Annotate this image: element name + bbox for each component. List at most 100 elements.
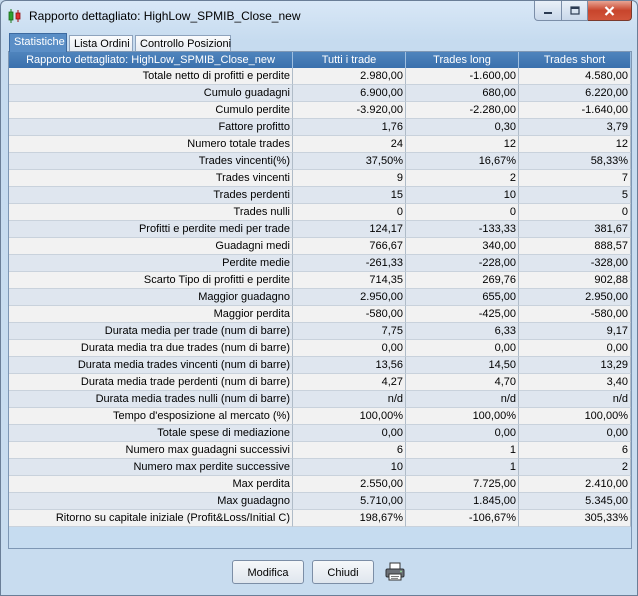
table-row[interactable]: Trades vincenti 9 2 7 [9,170,631,187]
column-header-short-trades[interactable]: Trades short [519,52,631,68]
short-trades-value: 0,00 [519,340,631,357]
all-trades-value: 10 [293,459,406,476]
table-row[interactable]: Durata media tra due trades (num di barr… [9,340,631,357]
table-row[interactable]: Numero max perdite successive 10 1 2 [9,459,631,476]
short-trades-value: 9,17 [519,323,631,340]
all-trades-value: 100,00% [293,408,406,425]
printer-icon[interactable] [384,562,406,582]
minimize-button[interactable] [534,1,562,21]
long-trades-value: 4,70 [406,374,519,391]
long-trades-value: 0 [406,204,519,221]
all-trades-value: 766,67 [293,238,406,255]
short-trades-value: -580,00 [519,306,631,323]
short-trades-value: 3,40 [519,374,631,391]
modifica-button[interactable]: Modifica [232,560,304,584]
long-trades-value: 10 [406,187,519,204]
close-window-button[interactable] [588,1,632,21]
long-trades-value: -1.600,00 [406,68,519,85]
short-trades-value: 5 [519,187,631,204]
metric-label: Maggior perdita [9,306,293,323]
table-row[interactable]: Numero totale trades 24 12 12 [9,136,631,153]
table-row[interactable]: Totale spese di mediazione 0,00 0,00 0,00 [9,425,631,442]
all-trades-value: 2.950,00 [293,289,406,306]
table-row[interactable]: Maggior perdita -580,00 -425,00 -580,00 [9,306,631,323]
metric-label: Durata media per trade (num di barre) [9,323,293,340]
tab-lista-ordini[interactable]: Lista Ordini [69,35,133,51]
short-trades-value: 12 [519,136,631,153]
table-row[interactable]: Profitti e perdite medi per trade 124,17-… [9,221,631,238]
all-trades-value: 15 [293,187,406,204]
all-trades-value: 24 [293,136,406,153]
long-trades-value: 16,67% [406,153,519,170]
all-trades-value: 2.980,00 [293,68,406,85]
metric-label: Max perdita [9,476,293,493]
metric-label: Trades vincenti(%) [9,153,293,170]
all-trades-value: 37,50% [293,153,406,170]
short-trades-value: 0,00 [519,425,631,442]
maximize-button[interactable] [562,1,588,21]
short-trades-value: -328,00 [519,255,631,272]
table-row[interactable]: Ritorno su capitale iniziale (Profit&Los… [9,510,631,527]
column-header-long-trades[interactable]: Trades long [406,52,519,68]
metric-label: Max guadagno [9,493,293,510]
table-row[interactable]: Durata media per trade (num di barre) 7,7… [9,323,631,340]
metric-label: Durata media trade perdenti (num di barr… [9,374,293,391]
table-row[interactable]: Max guadagno 5.710,00 1.845,00 5.345,00 [9,493,631,510]
long-trades-value: 7.725,00 [406,476,519,493]
long-trades-value: 6,33 [406,323,519,340]
long-trades-value: -425,00 [406,306,519,323]
tab-statistiche[interactable]: Statistiche [9,33,67,52]
long-trades-value: 1.845,00 [406,493,519,510]
long-trades-value: 1 [406,442,519,459]
metric-label: Maggior guadagno [9,289,293,306]
short-trades-value: 2.950,00 [519,289,631,306]
all-trades-value: 0 [293,204,406,221]
table-row[interactable]: Maggior guadagno 2.950,00 655,00 2.950,00 [9,289,631,306]
table-row[interactable]: Durata media trades nulli (num di barre)… [9,391,631,408]
column-header-report[interactable]: Rapporto dettagliato: HighLow_SPMIB_Clos… [9,52,293,68]
metric-label: Tempo d'esposizione al mercato (%) [9,408,293,425]
table-row[interactable]: Cumulo guadagni 6.900,00 680,00 6.220,00 [9,85,631,102]
table-row[interactable]: Guadagni medi 766,67 340,00 888,57 [9,238,631,255]
long-trades-value: -228,00 [406,255,519,272]
chiudi-button[interactable]: Chiudi [312,560,374,584]
statistics-panel: Rapporto dettagliato: HighLow_SPMIB_Clos… [8,51,632,549]
table-row[interactable]: Cumulo perdite -3.920,00 -2.280,00 -1.640,0… [9,102,631,119]
table-row[interactable]: Tempo d'esposizione al mercato (%) 100,00… [9,408,631,425]
short-trades-value: 7 [519,170,631,187]
long-trades-value: 655,00 [406,289,519,306]
candlestick-chart-icon [8,9,21,23]
tab-controllo-posizioni[interactable]: Controllo Posizioni [135,35,231,51]
short-trades-value: 902,88 [519,272,631,289]
short-trades-value: 888,57 [519,238,631,255]
table-row[interactable]: Totale netto di profitti e perdite 2.980,… [9,68,631,85]
close-icon [604,5,615,16]
long-trades-value: 269,76 [406,272,519,289]
table-row[interactable]: Trades nulli 0 0 0 [9,204,631,221]
all-trades-value: 6 [293,442,406,459]
table-row[interactable]: Max perdita 2.550,00 7.725,00 2.410,00 [9,476,631,493]
title-bar[interactable]: Rapporto dettagliato: HighLow_SPMIB_Clos… [1,1,637,31]
table-row[interactable]: Trades vincenti(%) 37,50% 16,67% 58,33% [9,153,631,170]
all-trades-value: -3.920,00 [293,102,406,119]
table-row[interactable]: Perdite medie -261,33 -228,00 -328,00 [9,255,631,272]
long-trades-value: 2 [406,170,519,187]
long-trades-value: 1 [406,459,519,476]
all-trades-value: 124,17 [293,221,406,238]
table-row[interactable]: Durata media trade perdenti (num di barr… [9,374,631,391]
table-row[interactable]: Trades perdenti 15 10 5 [9,187,631,204]
table-row[interactable]: Numero max guadagni successivi 6 1 6 [9,442,631,459]
table-row[interactable]: Fattore profitto 1,76 0,30 3,79 [9,119,631,136]
all-trades-value: 714,35 [293,272,406,289]
table-row[interactable]: Durata media trades vincenti (num di bar… [9,357,631,374]
long-trades-value: 0,00 [406,425,519,442]
table-row[interactable]: Scarto Tipo di profitti e perdite 714,35 2… [9,272,631,289]
short-trades-value: n/d [519,391,631,408]
short-trades-value: 4.580,00 [519,68,631,85]
metric-label: Cumulo perdite [9,102,293,119]
long-trades-value: -106,67% [406,510,519,527]
short-trades-value: 6 [519,442,631,459]
column-header-all-trades[interactable]: Tutti i trade [293,52,406,68]
all-trades-value: 0,00 [293,425,406,442]
metric-label: Perdite medie [9,255,293,272]
